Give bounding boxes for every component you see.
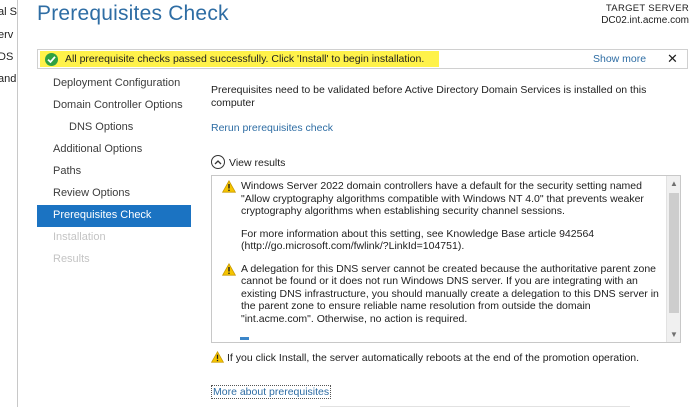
nav-item-deployment-configuration[interactable]: Deployment Configuration	[37, 73, 191, 95]
page-title: Prerequisites Check	[37, 2, 229, 25]
nav-item-review-options[interactable]: Review Options	[37, 183, 191, 205]
banner-message: All prerequisite checks passed successfu…	[65, 53, 425, 65]
nav-item-additional-options[interactable]: Additional Options	[37, 139, 191, 161]
rerun-prerequisites-link[interactable]: Rerun prerequisites check	[211, 122, 333, 134]
target-server-label: TARGET SERVER	[605, 3, 689, 14]
view-results-toggle[interactable]: View results	[211, 155, 286, 170]
target-server-name: DC02.int.acme.com	[601, 15, 689, 26]
show-more-link[interactable]: Show more	[593, 53, 646, 65]
chevron-up-icon	[211, 155, 225, 169]
result-text: Windows Server 2022 domain controllers h…	[241, 180, 644, 217]
background-window-sidebar: al Se erv DS and	[0, 0, 18, 407]
result-text: For more information about this setting,…	[241, 227, 595, 253]
background-text: DS	[0, 51, 14, 63]
reboot-warning: If you click Install, the server automat…	[210, 351, 640, 364]
nav-item-prerequisites-check[interactable]: Prerequisites Check	[37, 205, 191, 227]
view-results-label: View results	[229, 156, 286, 169]
scroll-down-icon[interactable]: ▼	[670, 330, 678, 339]
background-text: erv	[0, 29, 14, 41]
next-result-icon-partial	[240, 337, 249, 340]
target-server-info: TARGET SERVER DC02.int.acme.com	[601, 3, 689, 27]
warning-icon	[210, 351, 225, 363]
results-scrollbar[interactable]: ▲ ▼	[666, 176, 680, 342]
warning-icon	[221, 179, 237, 197]
scrollbar-thumb[interactable]	[669, 193, 679, 313]
check-circle-icon	[45, 53, 58, 66]
nav-item-results: Results	[53, 253, 90, 265]
result-text: A delegation for this DNS server cannot …	[241, 262, 659, 325]
close-icon[interactable]: ✕	[667, 51, 678, 67]
reboot-warning-text: If you click Install, the server automat…	[227, 352, 640, 364]
warning-icon	[221, 262, 237, 280]
more-about-prerequisites-link[interactable]: More about prerequisites	[211, 385, 332, 399]
result-item: Windows Server 2022 domain controllers h…	[218, 179, 666, 253]
wizard-nav: Deployment Configuration Domain Controll…	[37, 73, 191, 271]
nav-item-domain-controller-options[interactable]: Domain Controller Options	[37, 95, 191, 117]
scroll-up-icon[interactable]: ▲	[670, 179, 678, 188]
result-item: A delegation for this DNS server cannot …	[218, 262, 666, 326]
nav-item-installation: Installation	[53, 231, 106, 243]
background-text: and	[0, 73, 17, 85]
background-text: al Se	[0, 6, 17, 18]
nav-item-dns-options[interactable]: DNS Options	[37, 117, 191, 139]
results-list[interactable]: Windows Server 2022 domain controllers h…	[211, 175, 681, 343]
nav-item-paths[interactable]: Paths	[37, 161, 191, 183]
intro-text: Prerequisites need to be validated befor…	[211, 84, 647, 109]
status-banner: All prerequisite checks passed successfu…	[37, 49, 688, 69]
main-content: Prerequisites need to be validated befor…	[211, 84, 687, 169]
